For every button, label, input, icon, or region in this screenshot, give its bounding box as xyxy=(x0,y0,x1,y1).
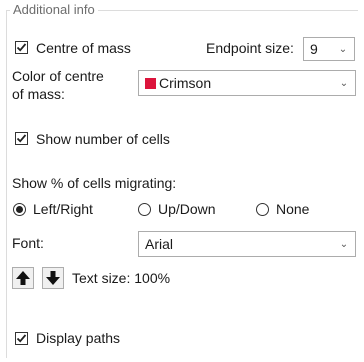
check-icon xyxy=(16,43,27,52)
show-number-of-cells-label: Show number of cells xyxy=(36,131,170,147)
chevron-down-icon: ⌄ xyxy=(338,43,348,55)
endpoint-size-value: 9 xyxy=(310,41,318,57)
chevron-down-icon: ⌄ xyxy=(339,238,349,250)
display-paths-checkbox[interactable] xyxy=(15,332,28,345)
color-label-line1: Color of centre xyxy=(12,68,104,84)
radio-up-down[interactable] xyxy=(138,203,151,216)
increase-text-size-button[interactable] xyxy=(12,267,34,289)
arrow-up-icon xyxy=(16,271,30,285)
text-size-label: Text size: 100% xyxy=(72,270,171,286)
radio-up-down-label: Up/Down xyxy=(158,201,216,217)
endpoint-size-select[interactable]: 9 ⌄ xyxy=(303,37,355,61)
endpoint-size-label: Endpoint size: xyxy=(206,40,294,56)
radio-left-right-label: Left/Right xyxy=(33,201,93,217)
chevron-down-icon: ⌄ xyxy=(339,77,349,89)
radio-left-right[interactable] xyxy=(13,203,26,216)
centre-of-mass-checkbox[interactable] xyxy=(15,41,28,54)
color-select[interactable]: Crimson ⌄ xyxy=(138,70,356,96)
arrow-down-icon xyxy=(46,271,60,285)
radio-none-label: None xyxy=(276,201,310,217)
show-number-of-cells-checkbox[interactable] xyxy=(15,132,28,145)
decrease-text-size-button[interactable] xyxy=(42,267,64,289)
color-of-centre-label: Color of centre of mass: xyxy=(12,67,104,103)
font-select-value: Arial xyxy=(145,236,174,252)
color-label-line2: of mass: xyxy=(12,86,65,102)
color-swatch xyxy=(145,78,156,89)
color-select-value: Crimson xyxy=(159,75,212,91)
check-icon xyxy=(16,334,27,343)
font-select[interactable]: Arial ⌄ xyxy=(138,231,356,257)
group-title: Additional info xyxy=(10,2,98,17)
radio-none[interactable] xyxy=(256,203,269,216)
show-percent-label: Show % of cells migrating: xyxy=(12,175,177,191)
centre-of-mass-label: Centre of mass xyxy=(36,40,131,56)
display-paths-label: Display paths xyxy=(36,330,121,346)
font-label: Font: xyxy=(12,235,44,251)
check-icon xyxy=(16,134,27,143)
